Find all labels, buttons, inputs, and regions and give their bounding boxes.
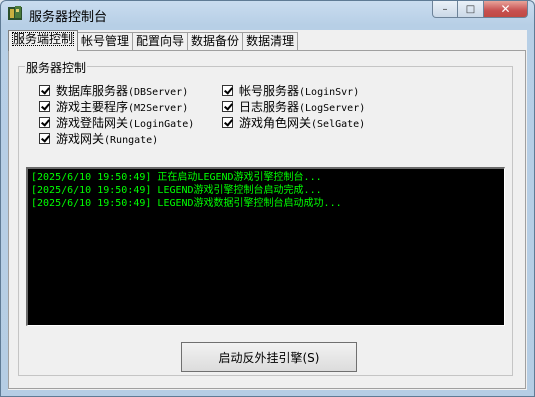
checkbox-logingate[interactable]: 游戏登陆网关(LoginGate)	[39, 115, 194, 130]
tab-data-backup[interactable]: 数据备份	[187, 32, 244, 50]
tab-account-management[interactable]: 帐号管理	[77, 32, 134, 50]
checkbox-checked-icon[interactable]	[39, 84, 50, 96]
log-line: [2025/6/10 19:50:49] LEGEND游戏数据引擎控制台启动成功…	[31, 198, 342, 209]
checkbox-m2server[interactable]: 游戏主要程序(M2Server)	[39, 99, 188, 114]
log-console[interactable]: [2025/6/10 19:50:49] 正在启动LEGEND游戏引擎控制台..…	[26, 167, 505, 326]
checkbox-checked-icon[interactable]	[39, 116, 50, 128]
close-button[interactable]: ✕	[484, 1, 528, 18]
minimize-button[interactable]: –	[432, 1, 458, 18]
checkbox-checked-icon[interactable]	[39, 132, 50, 144]
main-window: 服务器控制台 – □ ✕ 服务端控制 帐号管理 配置向导 数据备份 数据清理 服…	[0, 0, 535, 397]
checkbox-checked-icon[interactable]	[222, 116, 233, 128]
log-line: [2025/6/10 19:50:49] 正在启动LEGEND游戏引擎控制台..…	[31, 172, 322, 183]
checkbox-checked-icon[interactable]	[222, 84, 233, 96]
close-icon: ✕	[500, 2, 511, 16]
window-title: 服务器控制台	[29, 10, 108, 25]
tab-config-wizard[interactable]: 配置向导	[132, 32, 189, 50]
checkbox-dbserver[interactable]: 数据库服务器(DBServer)	[39, 83, 188, 98]
minimize-icon: –	[442, 3, 448, 15]
caption-buttons: – □ ✕	[432, 1, 528, 19]
checkbox-logserver[interactable]: 日志服务器(LogServer)	[222, 99, 365, 114]
checkbox-checked-icon[interactable]	[39, 100, 50, 112]
start-anticheat-button[interactable]: 启动反外挂引擎(S)	[181, 342, 357, 372]
app-icon	[8, 6, 22, 20]
group-label: 服务器控制	[25, 59, 88, 76]
log-line: [2025/6/10 19:50:49] LEGEND游戏引擎控制台启动完成..…	[31, 185, 322, 196]
checkbox-selgate[interactable]: 游戏角色网关(SelGate)	[222, 115, 365, 130]
checkbox-loginsvr[interactable]: 帐号服务器(LoginSvr)	[222, 83, 359, 98]
maximize-button[interactable]: □	[458, 1, 484, 18]
maximize-icon: □	[465, 3, 476, 15]
server-control-group: 服务器控制 数据库服务器(DBServer) 游戏主要程序(M2Server) …	[18, 59, 513, 376]
tab-data-cleanup[interactable]: 数据清理	[242, 32, 299, 50]
client-area: 服务端控制 帐号管理 配置向导 数据备份 数据清理 服务器控制 数据库服务器(D…	[8, 30, 527, 390]
checkbox-rungate[interactable]: 游戏网关(Rungate)	[39, 131, 158, 146]
tab-server-control[interactable]: 服务端控制	[8, 30, 79, 51]
checkbox-checked-icon[interactable]	[222, 100, 233, 112]
title-bar[interactable]: 服务器控制台 – □ ✕	[1, 1, 534, 27]
tab-strip: 服务端控制 帐号管理 配置向导 数据备份 数据清理	[8, 30, 299, 51]
tab-pane-server-control: 服务器控制 数据库服务器(DBServer) 游戏主要程序(M2Server) …	[8, 50, 526, 389]
